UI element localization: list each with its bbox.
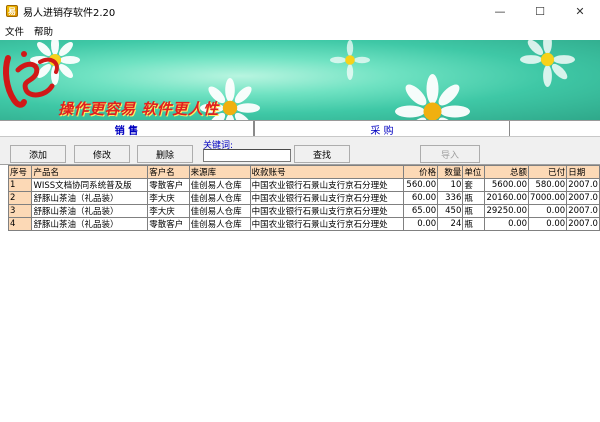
table-header-row: 序号 产品名 客户名 来源库 收款账号 价格 数量 单位 总额 已付 日期: [7, 165, 600, 179]
add-button[interactable]: 添加: [10, 145, 66, 163]
cell-account: 中国农业银行石景山支行京石分理处: [249, 217, 405, 231]
cell-price: 560.00: [403, 178, 439, 192]
keyword-input[interactable]: [203, 149, 291, 162]
cell-quantity: 450: [437, 204, 464, 218]
flower-decoration: [520, 40, 575, 87]
col-header-price[interactable]: 价格: [403, 165, 439, 179]
table-row[interactable]: 1 WISS文档协同系统普及版 零散客户 佳创易人仓库 中国农业银行石景山支行京…: [7, 178, 600, 192]
col-header-customer[interactable]: 客户名: [147, 165, 190, 179]
cell-total: 20160.00: [484, 191, 530, 205]
cell-paid: 7000.00: [528, 191, 568, 205]
col-header-paid[interactable]: 已付: [528, 165, 568, 179]
col-header-index[interactable]: 序号: [7, 165, 33, 179]
cell-unit: 瓶: [462, 191, 486, 205]
cell-quantity: 24: [437, 217, 464, 231]
cell-date: 2007.0: [566, 204, 600, 218]
sales-table: 序号 产品名 客户名 来源库 收款账号 价格 数量 单位 总额 已付 日期 1 …: [7, 165, 600, 231]
cell-source: 佳创易人仓库: [188, 204, 251, 218]
app-icon: 易: [6, 5, 18, 17]
edit-button[interactable]: 修改: [74, 145, 130, 163]
menu-bar: 文件 帮助: [0, 22, 600, 40]
cell-paid: 0.00: [528, 217, 568, 231]
cell-date: 2007.0: [566, 217, 600, 231]
cell-paid: 0.00: [528, 204, 568, 218]
delete-button[interactable]: 删除: [137, 145, 193, 163]
data-grid-area: 序号 产品名 客户名 来源库 收款账号 价格 数量 单位 总额 已付 日期 1 …: [0, 164, 600, 422]
import-button[interactable]: 导入: [420, 145, 480, 163]
col-header-quantity[interactable]: 数量: [437, 165, 464, 179]
table-row[interactable]: 3 舒豚山茶油（礼品装） 李大庆 佳创易人仓库 中国农业银行石景山支行京石分理处…: [7, 204, 600, 218]
cell-index: 1: [7, 178, 33, 192]
toolbar: 添加 修改 删除 查找 导入: [0, 136, 600, 164]
tab-bar: 销 售 采 购: [0, 120, 600, 137]
window-title: 易人进销存软件2.20: [23, 7, 116, 19]
cell-total: 0.00: [484, 217, 530, 231]
col-header-total[interactable]: 总额: [484, 165, 530, 179]
table-row[interactable]: 2 舒豚山茶油（礼品装） 李大庆 佳创易人仓库 中国农业银行石景山支行京石分理处…: [7, 191, 600, 205]
flower-decoration: [395, 74, 470, 120]
cell-product: 舒豚山茶油（礼品装）: [31, 191, 149, 205]
cell-customer: 零散客户: [147, 217, 190, 231]
cell-unit: 套: [462, 178, 486, 192]
menu-file[interactable]: 文件: [0, 24, 29, 38]
cell-total: 29250.00: [484, 204, 530, 218]
col-header-date[interactable]: 日期: [566, 165, 600, 179]
cell-index: 2: [7, 191, 33, 205]
slogan-text: 操作更容易 软件更人性: [58, 100, 219, 118]
cell-source: 佳创易人仓库: [188, 217, 251, 231]
cell-source: 佳创易人仓库: [188, 191, 251, 205]
tab-sales[interactable]: 销 售: [0, 121, 254, 137]
cell-product: 舒豚山茶油（礼品装）: [31, 204, 149, 218]
col-header-unit[interactable]: 单位: [462, 165, 486, 179]
col-header-account[interactable]: 收款账号: [249, 165, 405, 179]
cell-product: 舒豚山茶油（礼品装）: [31, 217, 149, 231]
cell-price: 0.00: [403, 217, 439, 231]
tab-empty: [510, 121, 600, 137]
search-button[interactable]: 查找: [294, 145, 350, 163]
cell-date: 2007.0: [566, 178, 600, 192]
cell-total: 5600.00: [484, 178, 530, 192]
title-bar: 易 易人进销存软件2.20 — ☐ ✕: [0, 0, 600, 22]
cell-price: 60.00: [403, 191, 439, 205]
col-header-source[interactable]: 来源库: [188, 165, 251, 179]
cell-unit: 瓶: [462, 217, 486, 231]
cell-account: 中国农业银行石景山支行京石分理处: [249, 178, 405, 192]
menu-help[interactable]: 帮助: [29, 24, 58, 38]
cell-customer: 零散客户: [147, 178, 190, 192]
cell-price: 65.00: [403, 204, 439, 218]
window-controls: — ☐ ✕: [480, 0, 600, 22]
maximize-button[interactable]: ☐: [520, 0, 560, 22]
cell-account: 中国农业银行石景山支行京石分理处: [249, 204, 405, 218]
tab-purchase[interactable]: 采 购: [254, 121, 510, 137]
cell-index: 3: [7, 204, 33, 218]
cell-quantity: 336: [437, 191, 464, 205]
cell-account: 中国农业银行石景山支行京石分理处: [249, 191, 405, 205]
cell-date: 2007.0: [566, 191, 600, 205]
cell-source: 佳创易人仓库: [188, 178, 251, 192]
cell-customer: 李大庆: [147, 204, 190, 218]
table-row[interactable]: 4 舒豚山茶油（礼品装） 零散客户 佳创易人仓库 中国农业银行石景山支行京石分理…: [7, 217, 600, 231]
col-header-product[interactable]: 产品名: [31, 165, 149, 179]
banner: 操作更容易 软件更人性: [0, 40, 600, 120]
cell-customer: 李大庆: [147, 191, 190, 205]
flower-decoration: [330, 40, 370, 80]
cell-paid: 580.00: [528, 178, 568, 192]
tab-purchase-label: 采 购: [370, 125, 394, 137]
cell-quantity: 10: [437, 178, 464, 192]
tab-sales-label: 销 售: [114, 125, 139, 137]
cell-product: WISS文档协同系统普及版: [31, 178, 149, 192]
minimize-button[interactable]: —: [480, 0, 520, 22]
close-button[interactable]: ✕: [560, 0, 600, 22]
cell-unit: 瓶: [462, 204, 486, 218]
cell-index: 4: [7, 217, 33, 231]
